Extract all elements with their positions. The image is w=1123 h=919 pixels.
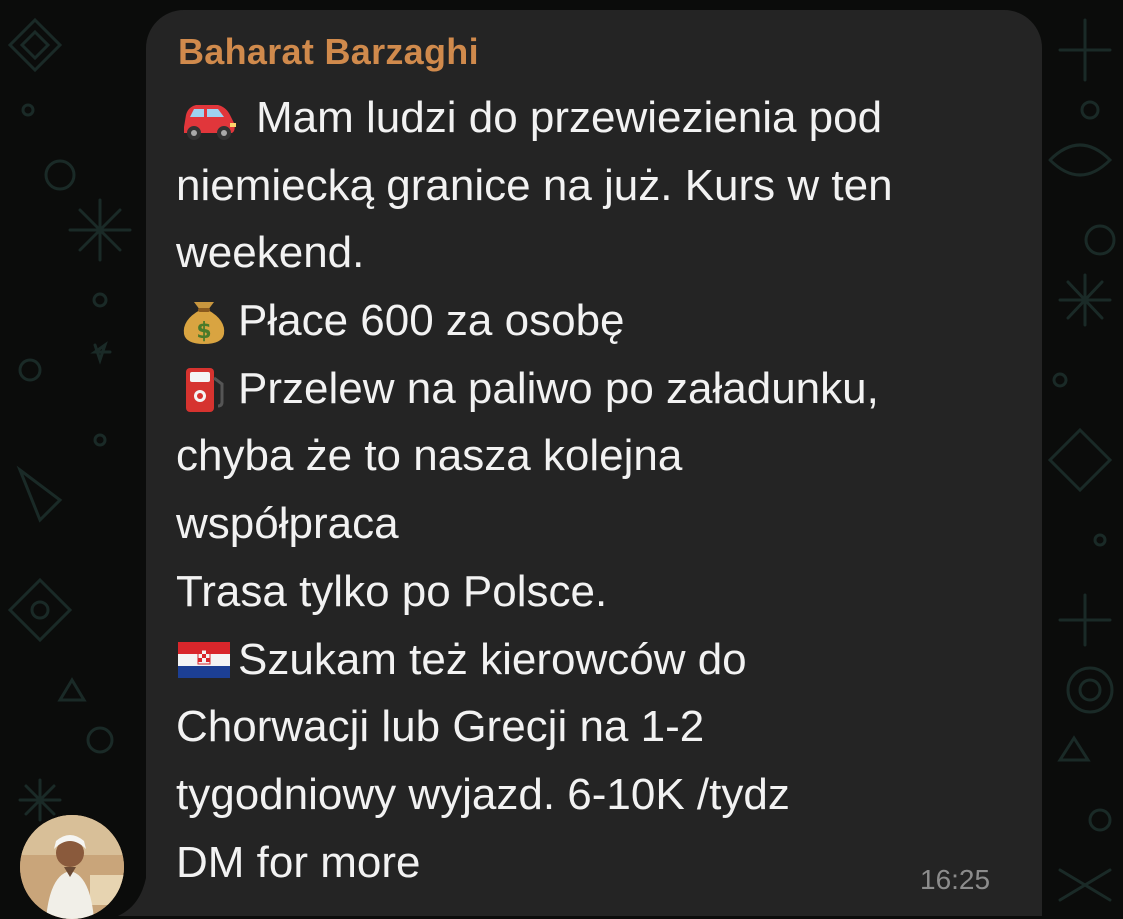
- message-line: Przelew na paliwo po załadunku,: [176, 355, 1016, 423]
- avatar-photo-icon: [20, 815, 124, 919]
- message-line: Chorwacji lub Grecji na 1-2: [176, 702, 705, 752]
- message-line: weekend.: [176, 228, 365, 278]
- sender-name[interactable]: Baharat Barzaghi: [178, 30, 479, 74]
- money-bag-emoji: $: [183, 301, 225, 344]
- message-text: Mam ludzi do przewiezienia pod niemiecką…: [176, 84, 1016, 896]
- message-line: współpraca: [176, 499, 399, 549]
- message-line: tygodniowy wyjazd. 6-10K /tydz: [176, 769, 790, 819]
- message-line: Szukam też kierowców do: [176, 626, 1016, 694]
- fuel-pump-emoji: [186, 367, 224, 412]
- red-car-emoji: [184, 104, 236, 140]
- message-timestamp: 16:25: [920, 864, 991, 895]
- message-line: Trasa tylko po Polsce.: [176, 566, 608, 616]
- message-line: chyba że to nasza kolejna: [176, 431, 683, 481]
- svg-text:$: $: [196, 319, 211, 344]
- message-line: DM for more: [176, 837, 421, 887]
- croatia-flag-emoji: [178, 642, 230, 679]
- message-line: $ Płace 600 za osobę: [176, 287, 1016, 355]
- message-line: Mam ludzi do przewiezienia pod: [176, 84, 1016, 152]
- sender-avatar[interactable]: [20, 815, 124, 919]
- message-line: niemiecką granice na już. Kurs w ten: [176, 160, 893, 210]
